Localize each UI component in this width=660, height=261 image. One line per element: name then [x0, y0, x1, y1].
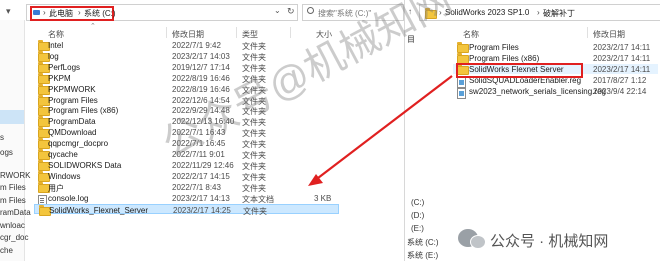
- file-name: QMDownload: [48, 128, 97, 138]
- file-date: 2023/2/17 14:11: [593, 43, 651, 52]
- nav-item[interactable]: wnloac: [0, 221, 25, 230]
- table-row[interactable]: Program Files (x86) 2023/2/17 14:11: [453, 53, 658, 64]
- file-name: qycache: [48, 150, 78, 159]
- file-name: Program Files (x86): [48, 106, 119, 116]
- file-name: SOLIDWORKS Data: [48, 160, 122, 170]
- file-name: ProgramData: [48, 117, 96, 127]
- column-header-date[interactable]: 修改日期: [172, 29, 204, 40]
- sort-chevron-icon: ⌃: [90, 23, 96, 30]
- nav-item[interactable]: che: [0, 246, 13, 255]
- file-name: SolidWorks_Flexnet_Server: [49, 205, 149, 215]
- breadcrumb-crack-patch[interactable]: 破解补丁: [543, 8, 575, 19]
- watermark-badge: 公众号 · 机械知网: [452, 226, 658, 252]
- file-date: 2022/7/1 8:43: [172, 182, 221, 192]
- file-name: PKPM: [48, 73, 71, 83]
- nav-item[interactable]: RWORK: [0, 171, 31, 180]
- nav-item-system-c[interactable]: 系统 (C:): [407, 237, 439, 248]
- right-explorer-window: ↑ › SolidWorks 2023 SP1.0 › 破解补丁 名称 修改日期…: [404, 0, 660, 261]
- nav-item[interactable]: ogs: [0, 148, 13, 157]
- file-name: sw2023_network_serials_licensing.reg: [469, 87, 606, 96]
- file-date: 2022/2/17 14:15: [172, 171, 230, 181]
- table-row[interactable]: 用户 2022/7/1 8:43 文件夹: [34, 181, 339, 193]
- highlight-box: [456, 63, 583, 78]
- file-date: 2023/2/17 14:13: [172, 193, 230, 203]
- back-arrow-icon[interactable]: ▾: [6, 6, 11, 17]
- nav-item-drive-c[interactable]: (C:): [411, 198, 424, 207]
- nav-item[interactable]: m Files: [0, 183, 26, 192]
- column-header-name[interactable]: 名称: [463, 29, 479, 40]
- table-row[interactable]: SolidWorks_Flexnet_Server 2023/2/17 14:25…: [34, 203, 339, 216]
- column-header-date[interactable]: 修改日期: [593, 29, 625, 40]
- file-date: 2023/2/17 14:03: [172, 51, 230, 61]
- file-date: 2019/12/7 17:14: [172, 62, 230, 72]
- nav-item-system-e[interactable]: 系统 (E:): [407, 250, 438, 261]
- file-name: console.log: [48, 193, 89, 203]
- file-date: 2023/2/17 14:25: [173, 205, 231, 215]
- nav-item[interactable]: s: [0, 133, 4, 142]
- column-header-name[interactable]: 名称: [48, 29, 64, 40]
- file-name: Windows: [48, 171, 81, 181]
- refresh-icon[interactable]: ↻: [287, 6, 295, 17]
- column-header-type[interactable]: 类型: [242, 29, 258, 40]
- table-row[interactable]: Windows 2022/2/17 14:15 文件夹: [34, 170, 339, 182]
- nav-item-drive-d[interactable]: (D:): [411, 211, 424, 220]
- table-row[interactable]: console.log 2023/2/17 14:13 文本文档 3 KB: [34, 193, 339, 206]
- file-name: Program Files: [469, 43, 519, 52]
- breadcrumb-this-pc[interactable]: 此电脑: [49, 8, 73, 19]
- breadcrumb-system-c[interactable]: 系统 (C:): [84, 8, 116, 19]
- file-date: 2022/7/1 9:42: [172, 41, 221, 50]
- watermark-badge-text: 公众号 · 机械知网: [490, 233, 609, 250]
- table-row[interactable]: sw2023_network_serials_licensing.reg 2023…: [453, 86, 658, 99]
- table-row[interactable]: Program Files 2023/2/17 14:11: [453, 42, 658, 53]
- nav-item[interactable]: cgr_doc: [0, 233, 28, 242]
- pc-icon: [33, 10, 40, 15]
- file-name: Intel: [48, 41, 64, 50]
- search-icon: [307, 7, 314, 14]
- file-size: 3 KB: [314, 193, 332, 203]
- nav-item-drive-e[interactable]: (E:): [411, 224, 424, 233]
- file-name: Program Files: [48, 95, 98, 105]
- reg-file-icon: [457, 88, 466, 99]
- file-name: PerfLogs: [48, 62, 81, 72]
- file-name: log: [48, 51, 59, 61]
- nav-item[interactable]: m Files: [0, 196, 26, 205]
- folder-icon: [457, 42, 469, 53]
- dropdown-chevron-icon[interactable]: ⌄: [274, 6, 281, 15]
- file-type: 文件夹: [243, 206, 267, 216]
- file-date: 2017/8/27 1:12: [593, 76, 647, 85]
- file-name: PKPMWORK: [48, 84, 96, 94]
- file-name: qqpcmgr_docpro: [48, 139, 109, 149]
- file-date: 2023/9/4 22:14: [593, 87, 647, 96]
- file-date: 2023/2/17 14:11: [593, 65, 651, 74]
- file-name: Program Files (x86): [469, 54, 540, 63]
- file-date: 2023/2/17 14:11: [593, 54, 651, 63]
- nav-item[interactable]: ramData: [0, 208, 31, 217]
